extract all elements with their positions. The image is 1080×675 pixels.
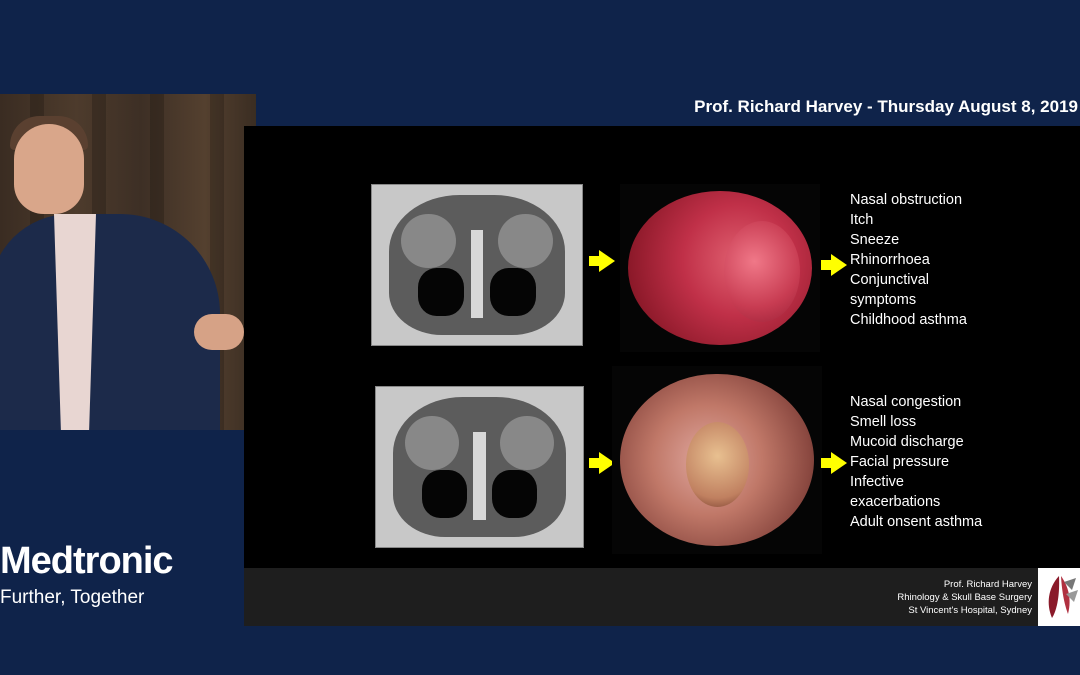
symptom-item: Facial pressure <box>850 454 950 470</box>
presentation-slide: Nasal obstruction Itch Sneeze Rhinorrhoe… <box>244 126 1080 626</box>
credit-title: Rhinology & Skull Base Surgery <box>897 592 1032 603</box>
symptom-item: Conjunctival <box>850 272 929 288</box>
video-title: Prof. Richard Harvey - Thursday August 8… <box>694 97 1078 116</box>
symptom-item: Adult onsent asthma <box>850 514 983 530</box>
ct-scan-image <box>375 386 584 548</box>
symptom-list: Nasal congestion Smell loss Mucoid disch… <box>850 392 982 532</box>
endoscopy-image <box>612 366 822 554</box>
symptom-item: exacerbations <box>850 494 941 510</box>
arrow-right-icon <box>821 452 847 474</box>
ct-scan-image <box>371 184 583 346</box>
symptom-item: Infective <box>850 474 904 490</box>
slide-footer: Prof. Richard Harvey Rhinology & Skull B… <box>244 568 1080 626</box>
hospital-logo-icon <box>1038 568 1080 626</box>
symptom-item: Itch <box>850 212 874 228</box>
symptom-list: Nasal obstruction Itch Sneeze Rhinorrhoe… <box>850 190 967 330</box>
symptom-item: Sneeze <box>850 232 900 248</box>
credit-affiliation: St Vincent's Hospital, Sydney <box>908 605 1032 616</box>
symptom-item: symptoms <box>850 292 917 308</box>
arrow-right-icon <box>821 254 847 276</box>
presenter-figure <box>0 214 220 430</box>
speaker-credit: Prof. Richard Harvey Rhinology & Skull B… <box>897 578 1032 617</box>
arrow-right-icon <box>589 250 615 272</box>
symptom-item: Mucoid discharge <box>850 434 964 450</box>
endoscopy-image <box>620 184 820 352</box>
brand-logo: Medtronic <box>0 540 174 582</box>
symptom-item: Rhinorrhoea <box>850 252 930 268</box>
brand-tagline: Further, Together <box>0 587 145 608</box>
credit-name: Prof. Richard Harvey <box>943 579 1032 590</box>
symptom-item: Nasal congestion <box>850 394 962 410</box>
symptom-item: Smell loss <box>850 414 917 430</box>
presenter-head <box>14 124 84 214</box>
presenter-hand <box>194 314 244 350</box>
symptom-item: Childhood asthma <box>850 312 967 328</box>
presenter-video <box>0 94 256 430</box>
symptom-item: Nasal obstruction <box>850 192 963 208</box>
